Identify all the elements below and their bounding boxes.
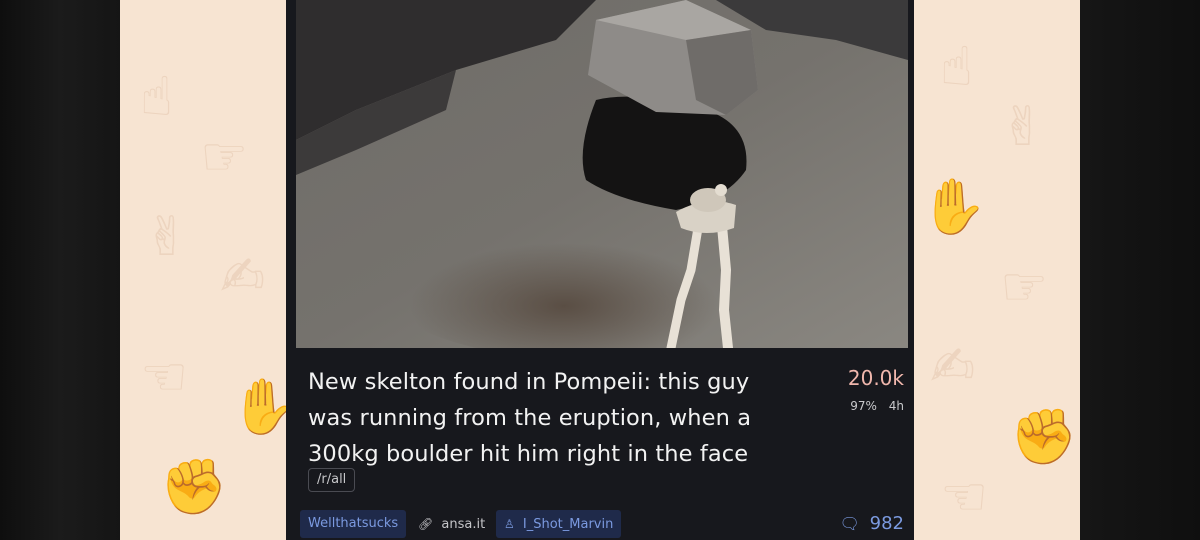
domain-link[interactable]: 🔗︎ ansa.it bbox=[418, 510, 493, 538]
post-age: 4h bbox=[888, 399, 904, 413]
hand-doodle-icon: ☜ bbox=[940, 465, 989, 528]
link-icon: 🔗︎ bbox=[418, 517, 434, 531]
upvote-ratio: 97% bbox=[850, 399, 877, 413]
post-footer: Wellthatsucks 🔗︎ ansa.it ♙ I_Shot_Marvin… bbox=[300, 510, 906, 538]
hand-doodle-icon: ✊ bbox=[1010, 405, 1078, 468]
comment-bubble-icon: 🗨︎ bbox=[839, 514, 860, 533]
hand-doodle-icon: ☝ bbox=[940, 35, 973, 98]
post-meta: 97% 4h bbox=[850, 399, 904, 413]
flair-chip[interactable]: /r/all bbox=[308, 468, 356, 492]
hand-doodle-icon: ✍ bbox=[220, 245, 266, 308]
hand-doodle-icon: ✊ bbox=[160, 455, 228, 518]
hand-doodle-icon: ☜ bbox=[140, 345, 189, 408]
right-backdrop bbox=[1080, 0, 1200, 540]
hand-doodle-icon: ✌ bbox=[1000, 95, 1046, 158]
subreddit-chip[interactable]: Wellthatsucks bbox=[300, 510, 407, 538]
user-icon: ♙ bbox=[504, 517, 515, 531]
author-chip[interactable]: ♙ I_Shot_Marvin bbox=[496, 510, 622, 538]
hand-doodle-icon: ✋ bbox=[920, 175, 988, 238]
hand-doodle-icon: ☞ bbox=[200, 125, 249, 188]
reddit-post-card[interactable]: New skelton found in Pompeii: this guy w… bbox=[286, 0, 914, 540]
post-score: 20.0k bbox=[847, 366, 904, 390]
author-label: I_Shot_Marvin bbox=[522, 517, 614, 532]
post-image[interactable] bbox=[296, 0, 908, 348]
comment-count: 982 bbox=[869, 513, 904, 534]
hand-doodle-icon: ☝ bbox=[140, 65, 173, 128]
domain-label: ansa.it bbox=[441, 517, 486, 532]
hand-doodle-icon: ✌ bbox=[144, 205, 190, 268]
post-title[interactable]: New skelton found in Pompeii: this guy w… bbox=[308, 364, 798, 472]
hand-doodle-icon: ✍ bbox=[930, 335, 976, 398]
comments-button[interactable]: 🗨︎ 982 bbox=[840, 510, 904, 538]
hand-doodle-icon: ☞ bbox=[1000, 255, 1049, 318]
photo-skeleton-boulder bbox=[296, 0, 908, 348]
